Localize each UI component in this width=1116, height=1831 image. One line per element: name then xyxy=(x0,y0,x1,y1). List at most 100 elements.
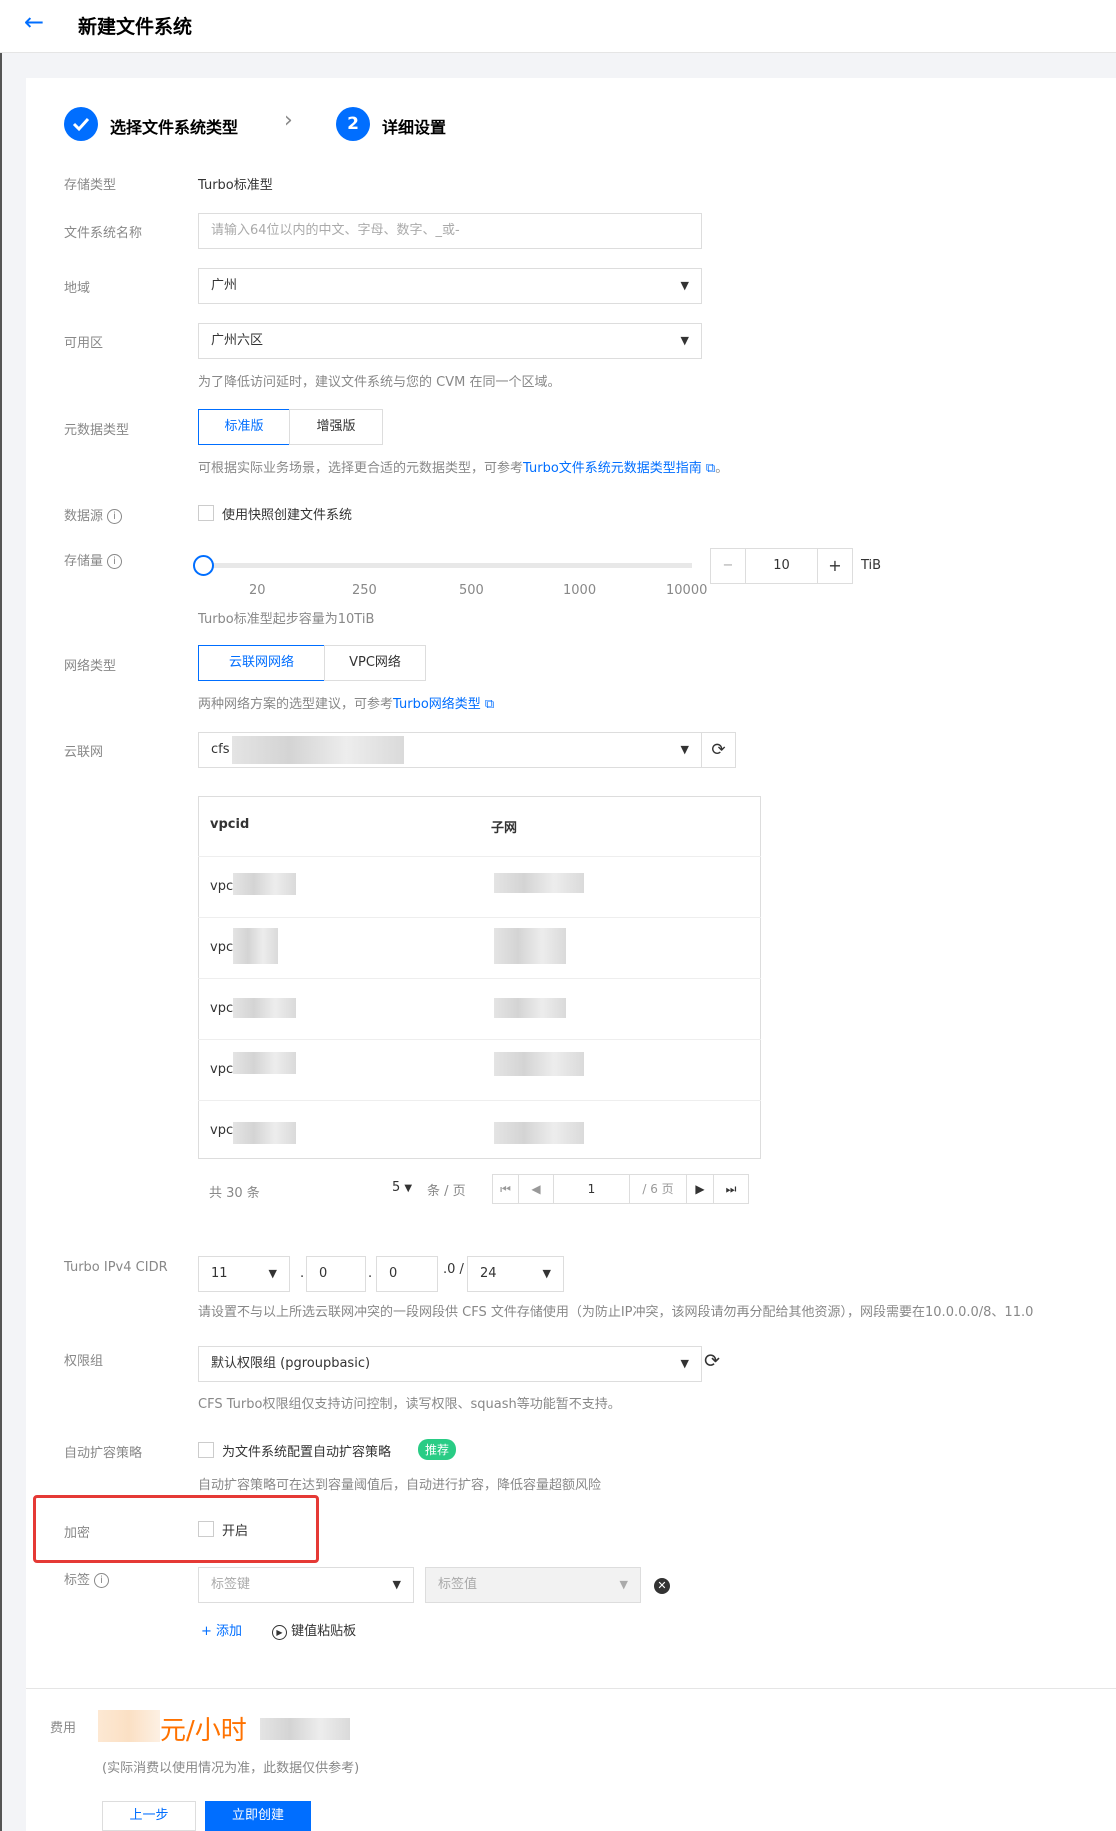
redacted-subnet xyxy=(494,873,584,893)
fs-name-input[interactable]: 请输入64位以内的中文、字母、数字、_或- xyxy=(198,213,702,249)
chevron-down-icon: ▼ xyxy=(680,279,689,292)
page-size-unit: 条 / 页 xyxy=(427,1184,466,1199)
table-cell-vpcid: vpc xyxy=(210,940,234,955)
encryption-label: 加密 xyxy=(64,1526,91,1541)
prev-step-button[interactable]: 上一步 xyxy=(102,1801,196,1831)
capacity-tick: 250 xyxy=(352,583,377,598)
auto-scale-checkbox[interactable] xyxy=(198,1442,214,1458)
table-cell-vpcid: vpc xyxy=(210,1001,234,1016)
zone-label: 可用区 xyxy=(64,336,104,351)
redacted-vpc-id xyxy=(233,1052,296,1074)
paste-tags-button[interactable]: ▶ 键值粘贴板 xyxy=(272,1620,356,1640)
redacted-ccn-name xyxy=(232,736,404,764)
page-size-select[interactable]: 5 ▼ xyxy=(392,1180,412,1195)
zone-hint: 为了降低访问延时，建议文件系统与您的 CVM 在同一个区域。 xyxy=(198,375,561,390)
redacted-price-detail xyxy=(260,1718,350,1740)
redacted-vpc-id xyxy=(233,873,296,895)
capacity-hint: Turbo标准型起步容量为10TiB xyxy=(198,612,375,627)
table-cell-vpcid: vpc xyxy=(210,1123,234,1138)
capacity-slider-handle[interactable] xyxy=(193,555,214,576)
cidr-octet-3-input[interactable]: 0 xyxy=(376,1256,438,1292)
info-icon[interactable]: i xyxy=(107,509,123,524)
encryption-checkbox-label: 开启 xyxy=(222,1524,249,1539)
region-value: 广州 xyxy=(211,278,238,293)
chevron-down-icon: ▼ xyxy=(268,1267,277,1280)
cidr-label: Turbo IPv4 CIDR xyxy=(64,1260,168,1275)
add-tag-button[interactable]: + 添加 xyxy=(201,1620,242,1639)
auto-scale-hint: 自动扩容策略可在达到容量阈值后，自动进行扩容，降低容量超额风险 xyxy=(198,1478,602,1493)
first-page-icon[interactable]: ⏮ xyxy=(492,1174,519,1204)
metadata-hint: 可根据实际业务场景，选择更合适的元数据类型，可参考Turbo文件系统元数据类型指… xyxy=(198,461,729,476)
zone-select[interactable]: 广州六区 ▼ xyxy=(198,323,702,359)
remove-tag-icon[interactable]: ✕ xyxy=(654,1578,670,1594)
check-icon xyxy=(64,107,98,141)
auto-scale-label: 自动扩容策略 xyxy=(64,1446,143,1461)
snapshot-checkbox[interactable] xyxy=(198,505,214,521)
tag-key-select[interactable]: 标签键 ▼ xyxy=(198,1567,414,1603)
page-number-input[interactable]: 1 xyxy=(553,1174,630,1204)
external-link-icon: ⧉ xyxy=(480,697,495,712)
storage-type-label: 存储类型 xyxy=(64,178,117,193)
last-page-icon[interactable]: ⏭ xyxy=(713,1174,749,1204)
play-circle-icon: ▶ xyxy=(272,1625,287,1640)
metadata-standard-button[interactable]: 标准版 xyxy=(198,409,290,445)
arrow-left-icon[interactable]: ← xyxy=(24,8,44,36)
chevron-down-icon: ▼ xyxy=(619,1578,628,1591)
redacted-vpc-id xyxy=(233,1122,296,1144)
step-2-number: 2 xyxy=(336,107,370,141)
cidr-dot: . xyxy=(300,1266,305,1281)
permission-group-label: 权限组 xyxy=(64,1354,104,1369)
prev-page-icon[interactable]: ◀ xyxy=(518,1174,554,1204)
metadata-guide-link[interactable]: Turbo文件系统元数据类型指南 xyxy=(523,461,702,476)
network-ccn-button[interactable]: 云联网网络 xyxy=(198,645,325,681)
redacted-vpc-id xyxy=(233,998,296,1018)
table-row[interactable] xyxy=(198,917,761,978)
recommended-badge: 推荐 xyxy=(418,1439,457,1460)
redacted-subnet xyxy=(494,1052,584,1076)
cost-unit: 元/小时 xyxy=(160,1716,247,1746)
redacted-subnet xyxy=(494,998,566,1018)
refresh-icon[interactable]: ⟳ xyxy=(701,732,736,768)
info-icon[interactable]: i xyxy=(94,1573,110,1588)
encryption-checkbox[interactable] xyxy=(198,1521,214,1537)
redacted-price xyxy=(98,1710,160,1742)
next-page-icon[interactable]: ▶ xyxy=(686,1174,714,1204)
cidr-octet-1-select[interactable]: 11 ▼ xyxy=(198,1256,290,1292)
zone-value: 广州六区 xyxy=(211,333,264,348)
capacity-tick: 1000 xyxy=(563,583,597,598)
cidr-hint: 请设置不与以上所选云联网冲突的一段网段供 CFS 文件存储使用（为防止IP冲突，… xyxy=(198,1305,1034,1320)
network-vpc-button[interactable]: VPC网络 xyxy=(324,645,426,681)
cidr-mask-select[interactable]: 24 ▼ xyxy=(467,1256,564,1292)
network-type-guide-link[interactable]: Turbo网络类型 xyxy=(393,697,481,712)
storage-type-value: Turbo标准型 xyxy=(198,178,273,193)
capacity-input[interactable]: 10 xyxy=(745,548,818,584)
capacity-slider-track[interactable] xyxy=(204,563,692,568)
capacity-increment-button[interactable]: + xyxy=(817,548,853,584)
cidr-suffix: .0 / xyxy=(443,1262,464,1277)
create-button[interactable]: 立即创建 xyxy=(205,1801,311,1831)
metadata-enhanced-button[interactable]: 增强版 xyxy=(289,409,383,445)
capacity-tick: 20 xyxy=(249,583,266,598)
permission-group-select[interactable]: 默认权限组 (pgroupbasic) ▼ xyxy=(198,1346,702,1382)
redacted-subnet xyxy=(494,928,566,964)
plus-icon: + xyxy=(201,1624,217,1639)
pagination-total: 共 30 条 xyxy=(209,1186,260,1201)
table-header-subnet: 子网 xyxy=(491,821,518,836)
cidr-octet-2-input[interactable]: 0 xyxy=(306,1256,366,1292)
cost-note: (实际消费以使用情况为准，此数据仅供参考) xyxy=(102,1761,360,1776)
table-cell-vpcid: vpc xyxy=(210,879,234,894)
ccn-value: cfs xyxy=(211,742,230,757)
capacity-unit: TiB xyxy=(861,558,882,573)
chevron-down-icon: ▼ xyxy=(542,1267,551,1280)
region-select[interactable]: 广州 ▼ xyxy=(198,268,702,304)
cidr-dot: . xyxy=(368,1266,373,1281)
info-icon[interactable]: i xyxy=(107,554,123,569)
capacity-tick: 500 xyxy=(459,583,484,598)
total-pages: / 6 页 xyxy=(629,1174,687,1204)
capacity-decrement-button[interactable]: − xyxy=(710,548,746,584)
chevron-down-icon: ▼ xyxy=(392,1578,401,1591)
redacted-subnet xyxy=(494,1122,584,1144)
refresh-icon[interactable]: ⟳ xyxy=(704,1350,720,1372)
window-edge xyxy=(0,0,2,1831)
tag-value-select[interactable]: 标签值 ▼ xyxy=(425,1567,641,1603)
